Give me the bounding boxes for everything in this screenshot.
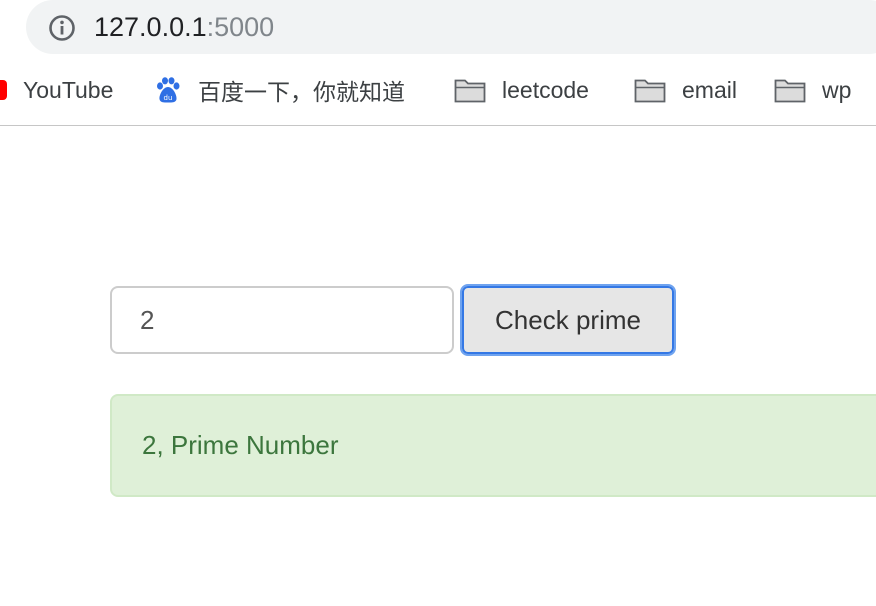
- url-text[interactable]: 127.0.0.1:5000: [94, 9, 274, 45]
- folder-icon: [774, 79, 806, 103]
- bookmark-label: email: [682, 76, 737, 103]
- bookmark-label: 百度一下，你就知道: [198, 79, 405, 105]
- bookmarks-bar: YouTube du 百度一下，你就知道 leetcode email wp: [0, 56, 876, 126]
- bookmark-label: leetcode: [502, 76, 589, 103]
- baidu-paw-icon: du: [157, 77, 180, 103]
- url-host: 127.0.0.1: [94, 12, 207, 42]
- bookmark-email[interactable]: email: [634, 72, 737, 108]
- bookmark-label: wp: [822, 76, 852, 103]
- bookmark-leetcode[interactable]: leetcode: [454, 72, 589, 108]
- bookmark-youtube[interactable]: YouTube: [0, 72, 113, 108]
- bookmark-label: YouTube: [23, 76, 114, 103]
- info-icon[interactable]: [48, 14, 76, 42]
- result-alert: 2, Prime Number: [110, 394, 876, 497]
- url-port: :5000: [206, 12, 275, 42]
- bookmark-baidu[interactable]: du 百度一下，你就知道: [154, 72, 405, 108]
- folder-icon: [634, 79, 666, 103]
- result-message: 2, Prime Number: [142, 430, 339, 460]
- address-bar-row: 127.0.0.1:5000: [0, 0, 876, 56]
- bookmark-wp[interactable]: wp: [774, 72, 851, 108]
- youtube-icon: [0, 80, 7, 100]
- number-input[interactable]: [110, 286, 454, 354]
- svg-text:du: du: [164, 94, 173, 102]
- folder-icon: [454, 79, 486, 103]
- check-prime-button[interactable]: Check prime: [460, 284, 676, 356]
